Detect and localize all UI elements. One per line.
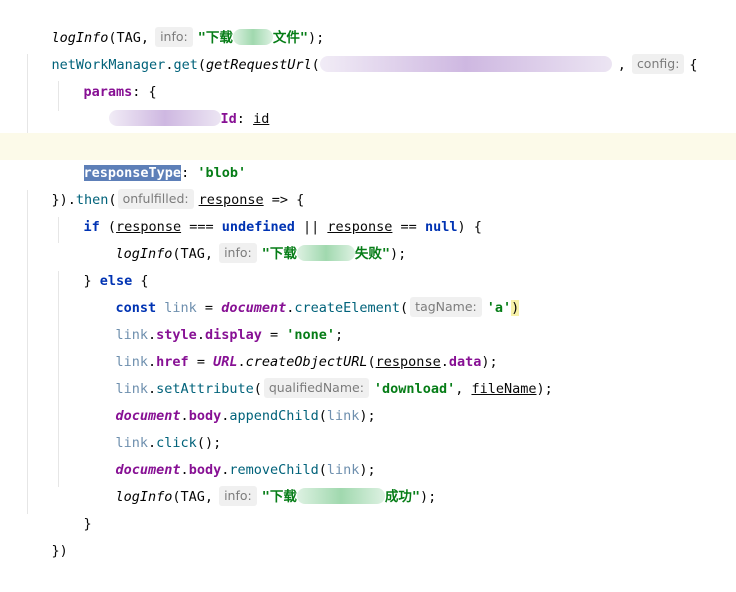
code-line: document.body.appendChild(link);	[115, 408, 376, 424]
code-line: link.href = URL.createObjectURL(response…	[115, 354, 498, 370]
code-line: logInfo(TAG, info: "下载 成功");	[115, 486, 437, 506]
code-line: link.click();	[115, 435, 222, 451]
code-line: },	[0, 106, 736, 154]
code-line: if (response === undefined || response =…	[83, 219, 482, 235]
current-line: responseType: 'blob'	[0, 133, 736, 181]
code-editor[interactable]: logInfo(TAG, info: "下载 文件"); netWorkManager…	[0, 0, 736, 559]
code-line: logInfo(TAG, info: "下载 文件");	[51, 27, 325, 47]
code-line: link.setAttribute(qualifiedName:'downloa…	[115, 378, 553, 398]
code-line: } else {	[83, 273, 149, 289]
code-line: logInfo(TAG, info: "下载 失败");	[115, 243, 407, 263]
code-line: link.style.display = 'none';	[115, 327, 344, 343]
code-line: Id: id	[0, 79, 736, 127]
code-line: }).then(onfulfilled: response => {	[51, 189, 305, 209]
code-line: })	[51, 543, 68, 559]
code-line: netWorkManager.get(getRequestUrl(, config…	[51, 54, 698, 74]
code-line: }	[83, 516, 92, 532]
code-line: document.body.removeChild(link);	[115, 462, 376, 478]
code-line: params: {	[83, 84, 157, 100]
code-line: const link = document.createElement(tagN…	[115, 297, 520, 317]
